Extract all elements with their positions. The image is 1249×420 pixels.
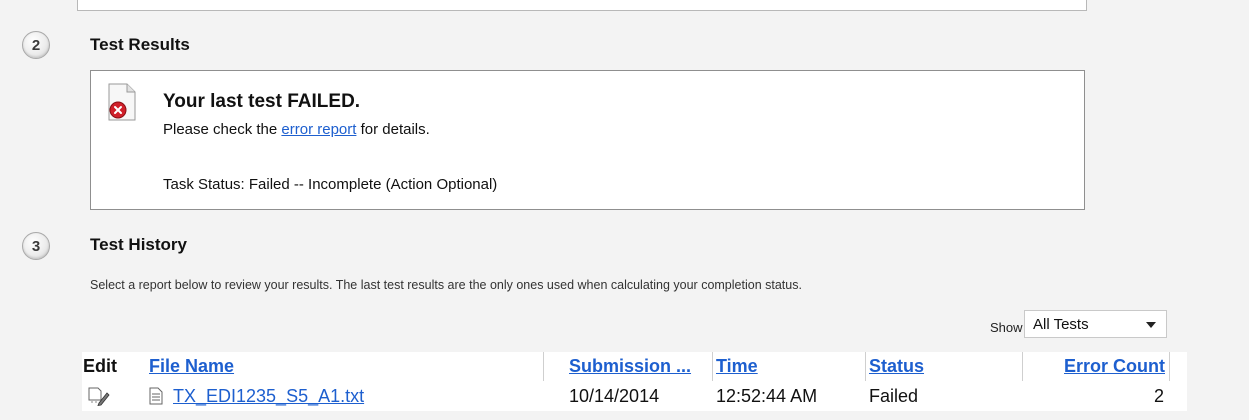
column-header-edit: Edit — [83, 356, 117, 376]
previous-section-box — [77, 0, 1087, 11]
message-text-tail: for details. — [356, 121, 430, 138]
error-report-message: Please check the error report for detail… — [163, 121, 430, 138]
row-edit-cell — [84, 381, 146, 411]
step-number: 2 — [31, 36, 41, 54]
column-header-file-name[interactable]: File Name — [146, 352, 544, 381]
column-header-submission[interactable]: Submission ... — [566, 352, 713, 381]
page: 2 Test Results Your last test FAILED. Pl… — [0, 0, 1249, 420]
text-file-icon — [149, 387, 163, 405]
test-failed-headline: Your last test FAILED. — [163, 91, 361, 112]
test-result-panel: Your last test FAILED. Please check the … — [90, 70, 1085, 210]
step-number-badge: 3 — [22, 232, 50, 260]
table-row[interactable]: TX_EDI1235_S5_A1.txt 10/14/2014 12:52:44… — [82, 381, 1187, 411]
history-grid-header: Edit File Name Submission ... Time Statu… — [82, 352, 1187, 381]
row-time-cell: 12:52:44 AM — [716, 385, 818, 406]
show-filter-label: Show — [990, 320, 1023, 335]
history-description: Select a report below to review your res… — [90, 278, 802, 292]
message-text: Please check the — [163, 121, 282, 138]
file-name-link[interactable]: TX_EDI1235_S5_A1.txt — [173, 386, 364, 407]
column-header-time[interactable]: Time — [713, 352, 866, 381]
section-title-test-results: Test Results — [90, 35, 190, 54]
edit-pencil-icon[interactable] — [87, 386, 111, 406]
error-report-link[interactable]: error report — [281, 121, 356, 138]
chevron-down-icon — [1146, 322, 1156, 328]
section-title-test-history: Test History — [90, 235, 187, 254]
show-filter-value: All Tests — [1033, 315, 1089, 333]
step-number: 3 — [31, 237, 41, 255]
row-submission-cell: 10/14/2014 — [569, 385, 660, 406]
row-error-count-cell: 2 — [1153, 385, 1164, 406]
show-filter-select[interactable]: All Tests — [1024, 310, 1167, 338]
row-file-name-cell: TX_EDI1235_S5_A1.txt — [146, 381, 566, 411]
document-error-icon — [107, 83, 137, 121]
task-status: Task Status: Failed -- Incomplete (Actio… — [163, 176, 498, 193]
row-status-cell: Failed — [869, 385, 919, 406]
step-number-badge: 2 — [22, 31, 50, 59]
column-header-error-count[interactable]: Error Count — [1023, 352, 1170, 381]
column-header-status[interactable]: Status — [866, 352, 1023, 381]
